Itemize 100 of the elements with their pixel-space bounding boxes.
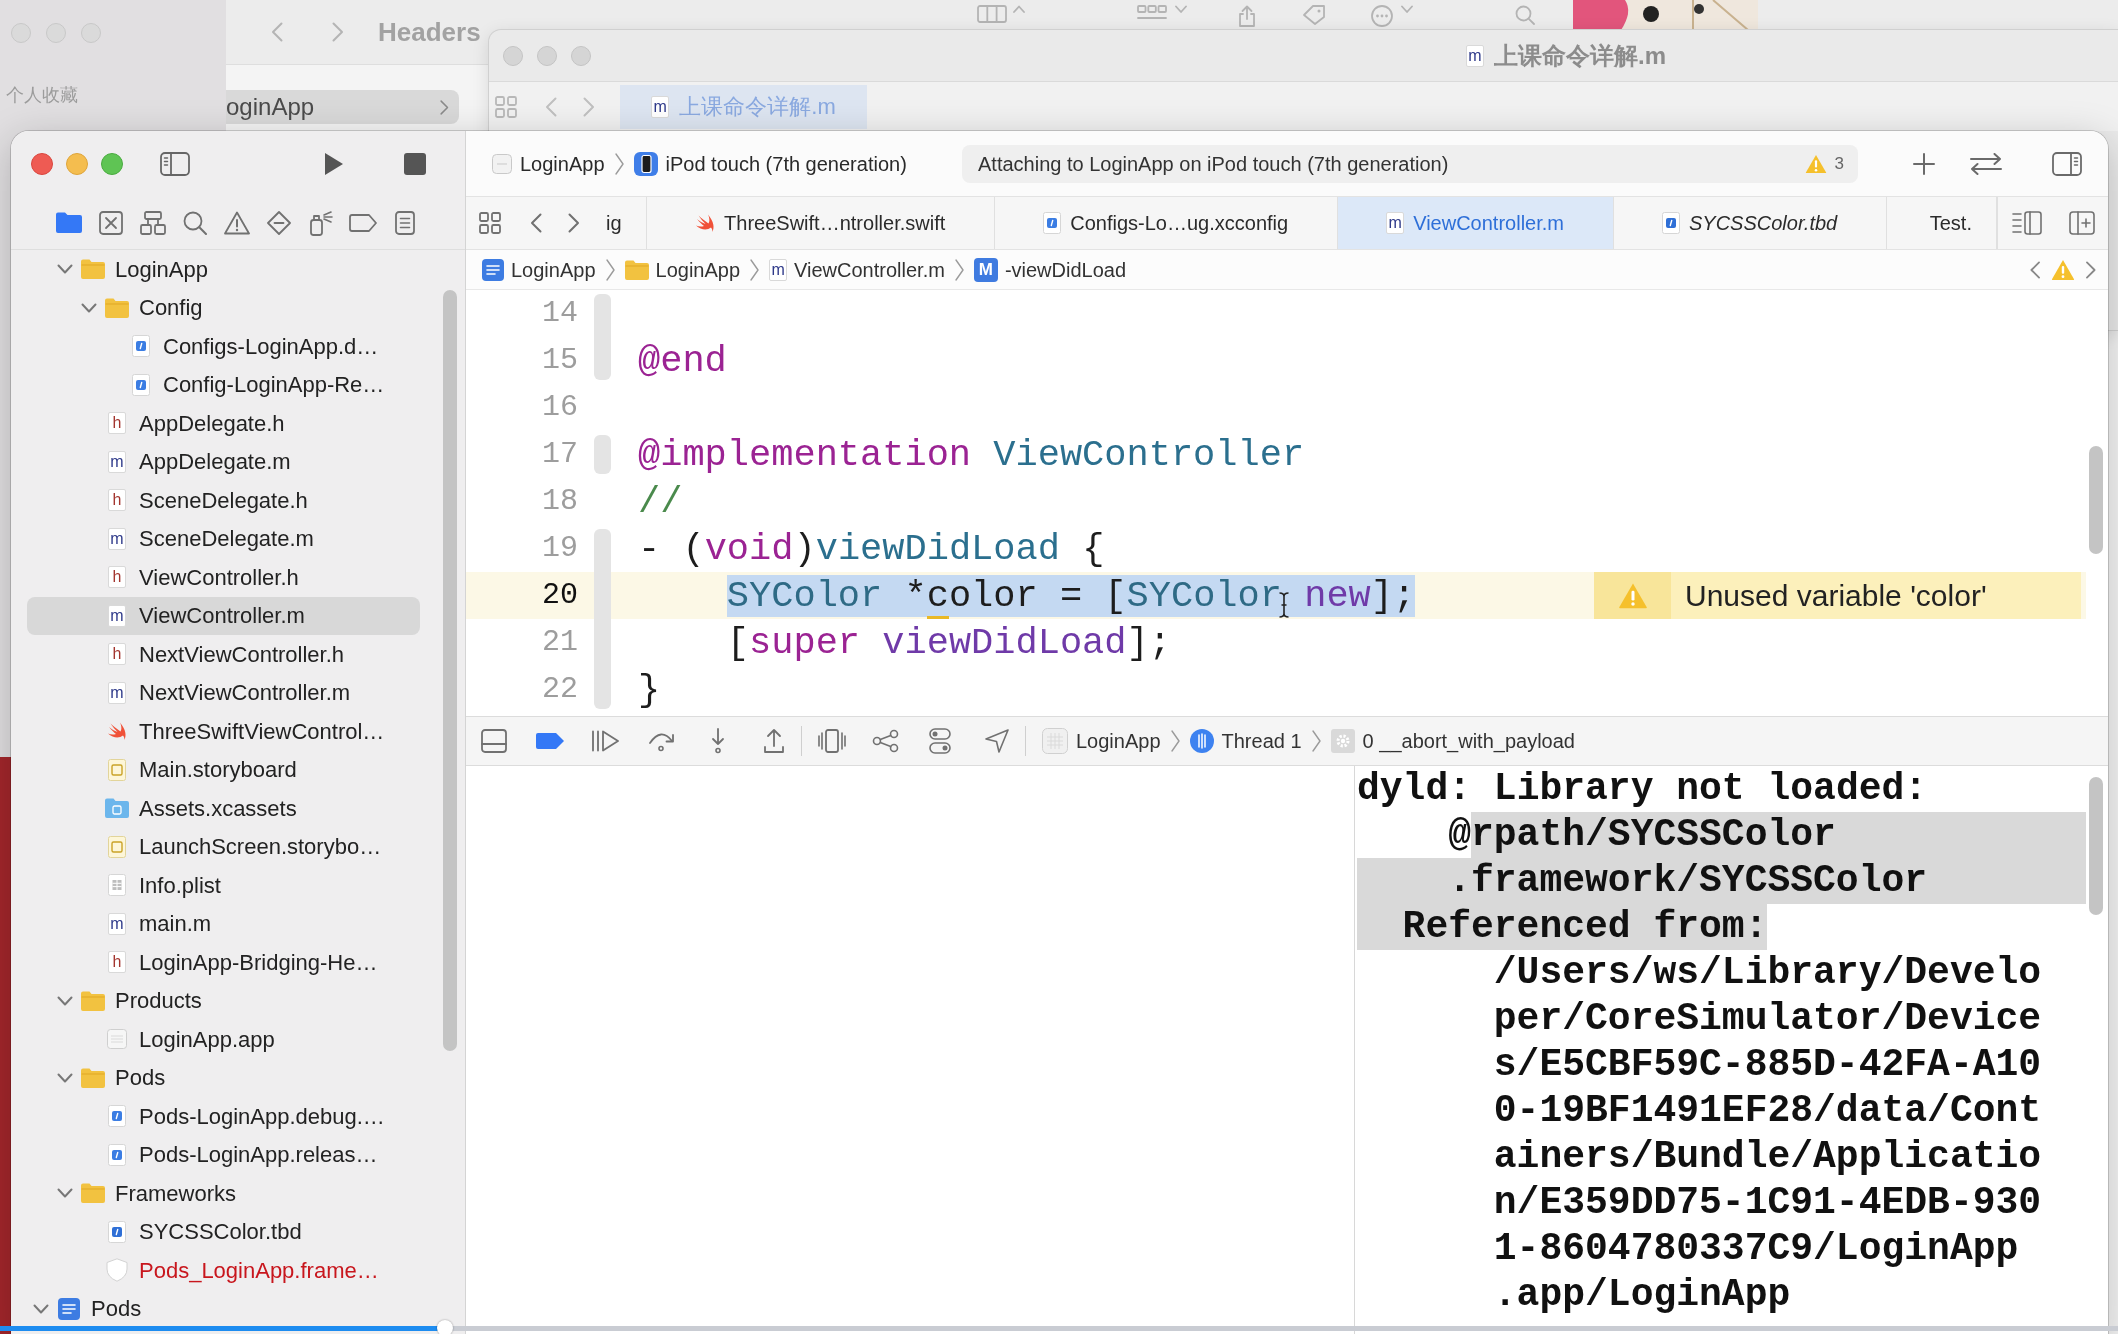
- inspector-toggle-icon[interactable]: [2052, 151, 2082, 176]
- file-tree-item[interactable]: Assets.xcassets: [27, 789, 420, 828]
- file-tree-item[interactable]: h AppDelegate.h: [27, 404, 420, 443]
- folder-icon: [81, 1183, 105, 1204]
- file-tree-item[interactable]: Config-LoginApp-Re…: [27, 365, 420, 404]
- file-tree-item[interactable]: Main.storyboard: [27, 750, 420, 789]
- file-tree-item[interactable]: h LoginApp-Bridging-He…: [27, 943, 420, 982]
- library-file-icon: [108, 1220, 126, 1243]
- editor-tab[interactable]: SYCSSColor.tbd: [1613, 197, 1887, 249]
- file-tree-item[interactable]: m NextViewController.m: [27, 673, 420, 712]
- file-tree-item[interactable]: Products: [27, 981, 420, 1020]
- spray-can-icon[interactable]: [309, 209, 333, 236]
- file-tree-item[interactable]: h ViewController.h: [27, 558, 420, 597]
- file-tree-item[interactable]: Pods-LoginApp.releas…: [27, 1135, 420, 1174]
- warning-icon: [1617, 581, 1648, 610]
- diamond-icon[interactable]: [267, 210, 291, 235]
- back-icon[interactable]: [530, 213, 542, 233]
- file-tree-item[interactable]: Configs-LoginApp.d…: [27, 327, 420, 366]
- sidebar-toggle-icon[interactable]: [160, 151, 190, 176]
- grid-icon[interactable]: [479, 212, 501, 234]
- step-out-icon[interactable]: [763, 728, 785, 754]
- graph-icon[interactable]: [872, 729, 900, 753]
- boxed-x-icon[interactable]: [99, 210, 123, 235]
- list-icon[interactable]: [395, 210, 415, 235]
- status-text: Attaching to LoginApp on iPod touch (7th generation): [978, 151, 1449, 177]
- breadcrumb-chevron-icon: [1170, 730, 1180, 752]
- file-tree-item[interactable]: m SceneDelegate.m: [27, 519, 420, 558]
- window-close-button[interactable]: [31, 152, 53, 175]
- editor-tab[interactable]: ig: [590, 197, 647, 249]
- file-tree-item[interactable]: ThreeSwiftViewControl…: [27, 712, 420, 751]
- breakpoint-icon[interactable]: [535, 732, 565, 750]
- breadcrumb-item[interactable]: M -viewDidLoad: [973, 254, 1127, 285]
- process-selector[interactable]: LoginApp: [1042, 726, 1161, 756]
- file-tree-item[interactable]: LaunchScreen.storybo…: [27, 827, 420, 866]
- file-tree-item[interactable]: m main.m: [27, 904, 420, 943]
- scheme-selector[interactable]: LoginApp: [492, 148, 605, 179]
- file-tree-item[interactable]: Pods_LoginApp.frame…: [27, 1251, 420, 1290]
- previous-issue-icon[interactable]: [2029, 260, 2041, 279]
- next-issue-icon[interactable]: [2085, 260, 2097, 279]
- breadcrumb-item[interactable]: m ViewController.m: [769, 254, 945, 285]
- search-icon[interactable]: [183, 210, 207, 235]
- editor-tab[interactable]: m 上课命令详解.m: [620, 84, 867, 129]
- toggles-icon[interactable]: [929, 728, 951, 754]
- finder-list-item[interactable]: oginApp: [226, 90, 459, 124]
- disclosure-chevron-icon[interactable]: [57, 1072, 73, 1083]
- line-number: 14: [541, 295, 579, 332]
- file-icon: m: [108, 450, 126, 473]
- editor-options-icon[interactable]: [2011, 211, 2042, 235]
- editor-tab[interactable]: Test.: [1886, 197, 1997, 249]
- editor-tab[interactable]: ThreeSwift…ntroller.swift: [646, 197, 995, 249]
- panel-toggle-icon[interactable]: [481, 729, 507, 753]
- video-progress-slider[interactable]: [0, 1319, 2118, 1334]
- console-line: 0-19BF1491EF28/data/Cont: [1493, 1088, 2042, 1134]
- continue-icon[interactable]: [591, 730, 619, 752]
- hierarchy-icon[interactable]: [140, 210, 166, 235]
- file-tree-item[interactable]: m ViewController.m: [27, 596, 420, 635]
- editor-tab[interactable]: m ViewController.m: [1337, 197, 1614, 249]
- file-tree-item[interactable]: Pods: [27, 1058, 420, 1097]
- file-tree-item[interactable]: Config: [27, 288, 420, 327]
- play-icon[interactable]: [324, 151, 344, 176]
- line-number: 19: [541, 530, 579, 567]
- disclosure-chevron-icon[interactable]: [81, 302, 97, 313]
- device-selector[interactable]: iPod touch (7th generation): [633, 148, 907, 179]
- file-tree-item[interactable]: Pods-LoginApp.debug.…: [27, 1097, 420, 1136]
- file-tree-item[interactable]: Info.plist: [27, 866, 420, 905]
- disclosure-chevron-icon[interactable]: [57, 1188, 73, 1199]
- editor-tab[interactable]: Configs-Lo…ug.xcconfig: [994, 197, 1338, 249]
- disclosure-chevron-icon[interactable]: [57, 995, 73, 1006]
- warning-icon[interactable]: [224, 210, 250, 235]
- plus-icon[interactable]: [1913, 152, 1935, 175]
- console-line: ainers/Bundle/Applicatio: [1493, 1134, 2042, 1180]
- file-tree-item[interactable]: SYCSSColor.tbd: [27, 1212, 420, 1251]
- breadcrumb-chevron-icon: [1311, 730, 1321, 752]
- stack-frame-selector[interactable]: 0 __abort_with_payload: [1330, 726, 1575, 756]
- swap-arrows-icon[interactable]: [1969, 152, 2003, 175]
- breadcrumb-item[interactable]: LoginApp: [624, 254, 741, 285]
- file-tree-item[interactable]: LoginApp.app: [27, 1020, 420, 1059]
- warning-icon: [2051, 258, 2075, 281]
- tag-icon[interactable]: [349, 213, 377, 232]
- folder-icon[interactable]: [56, 212, 82, 233]
- layers-icon[interactable]: [818, 729, 846, 753]
- thread-selector[interactable]: Thread 1: [1189, 726, 1302, 756]
- config-file-icon: [132, 373, 150, 396]
- stop-icon[interactable]: [404, 152, 426, 175]
- file-tree-item[interactable]: Frameworks: [27, 1174, 420, 1213]
- disclosure-chevron-icon[interactable]: [57, 264, 73, 275]
- window-zoom-button[interactable]: [101, 152, 123, 175]
- forward-icon[interactable]: [568, 213, 580, 233]
- disclosure-chevron-icon[interactable]: [33, 1303, 49, 1314]
- breadcrumb-item[interactable]: LoginApp: [482, 254, 596, 285]
- file-tree-item[interactable]: LoginApp: [27, 250, 420, 289]
- file-tree-item[interactable]: Pods: [27, 1289, 420, 1328]
- step-into-icon[interactable]: [710, 728, 726, 754]
- add-editor-icon[interactable]: [2068, 211, 2095, 235]
- file-tree-item[interactable]: m AppDelegate.m: [27, 442, 420, 481]
- location-arrow-icon[interactable]: [985, 729, 1009, 753]
- progress-knob[interactable]: [436, 1320, 453, 1334]
- file-tree-item[interactable]: h SceneDelegate.h: [27, 481, 420, 520]
- swift-file-icon: [695, 213, 716, 233]
- file-tree-item[interactable]: h NextViewController.h: [27, 635, 420, 674]
